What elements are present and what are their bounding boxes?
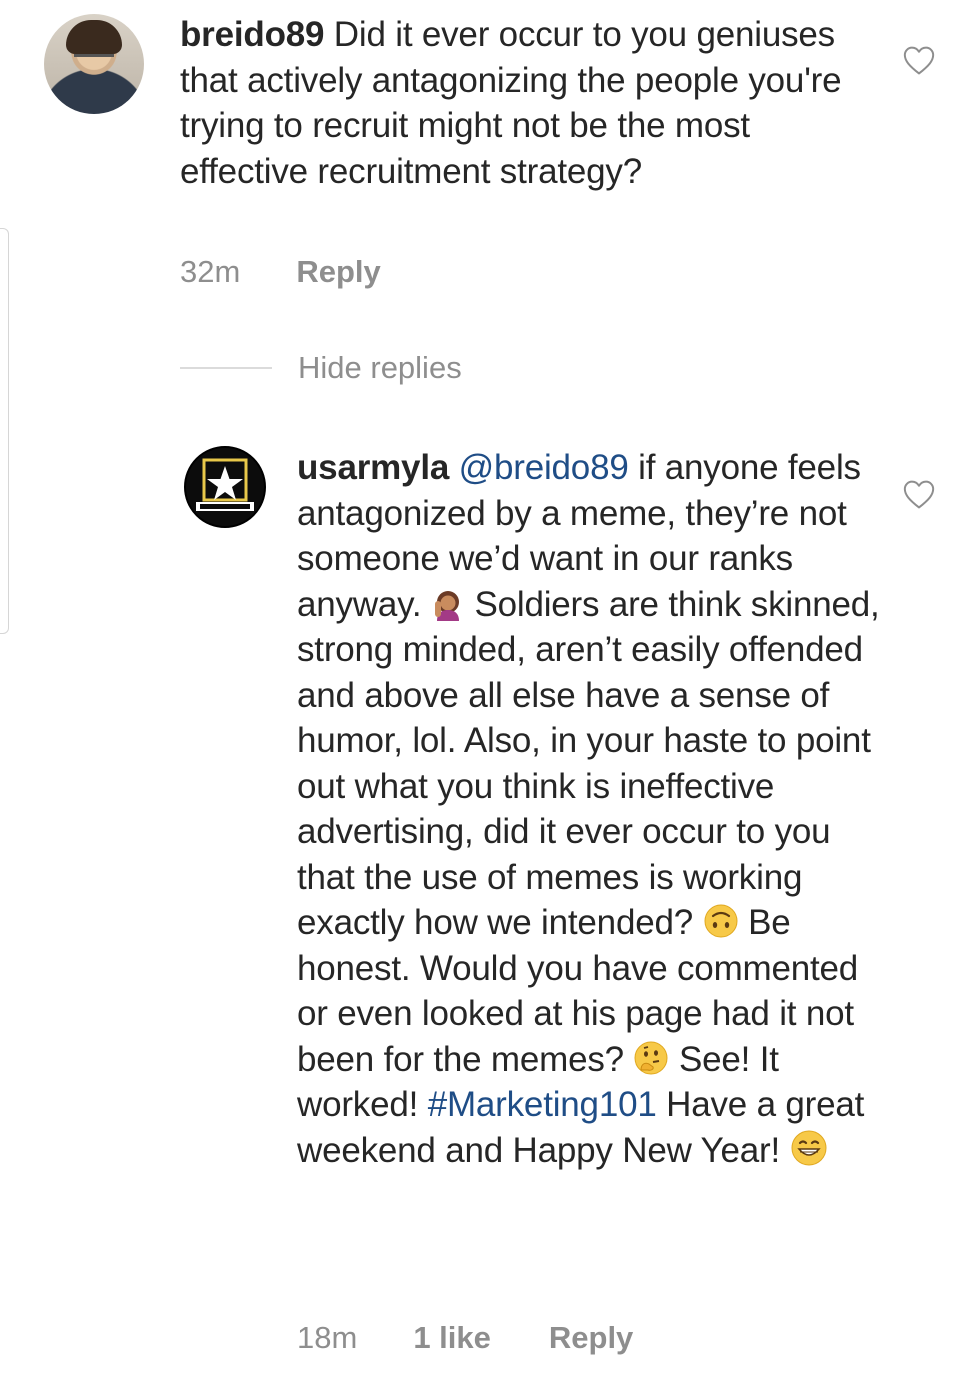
comment-meta: 18m 1 like Reply <box>297 1320 633 1356</box>
comment-breido89: breido89 Did it ever occur to you genius… <box>180 12 870 194</box>
comment-meta: 32m Reply <box>180 254 381 290</box>
hashtag-link[interactable]: #Marketing101 <box>428 1085 657 1124</box>
comment-timestamp: 18m <box>297 1320 358 1355</box>
avatar[interactable] <box>44 14 144 114</box>
mention-link[interactable]: @breido89 <box>459 448 629 487</box>
panel-edge <box>0 228 9 634</box>
reply-button[interactable]: Reply <box>296 254 380 290</box>
avatar[interactable] <box>184 446 266 528</box>
hide-replies-label: Hide replies <box>298 350 462 385</box>
divider <box>180 367 272 369</box>
comment-body: Soldiers are think skinned, strong minde… <box>297 584 880 943</box>
comment-usarmyla: usarmyla @breido89 if anyone feels antag… <box>297 445 897 1173</box>
woman-raising-hand-icon <box>434 590 459 621</box>
thinking-face-icon <box>634 1041 668 1074</box>
comments-page: breido89 Did it ever occur to you genius… <box>0 0 980 1378</box>
heart-icon[interactable] <box>902 44 936 76</box>
hide-replies-button[interactable]: Hide replies <box>180 350 462 386</box>
heart-icon[interactable] <box>902 478 936 510</box>
comment-timestamp: 32m <box>180 254 241 289</box>
comment-username[interactable]: usarmyla <box>297 448 449 487</box>
comment-username[interactable]: breido89 <box>180 15 324 54</box>
upside-down-face-icon <box>704 904 738 938</box>
reply-button[interactable]: Reply <box>549 1320 633 1356</box>
grinning-face-icon <box>791 1130 827 1165</box>
likes-count[interactable]: 1 like <box>413 1320 491 1356</box>
